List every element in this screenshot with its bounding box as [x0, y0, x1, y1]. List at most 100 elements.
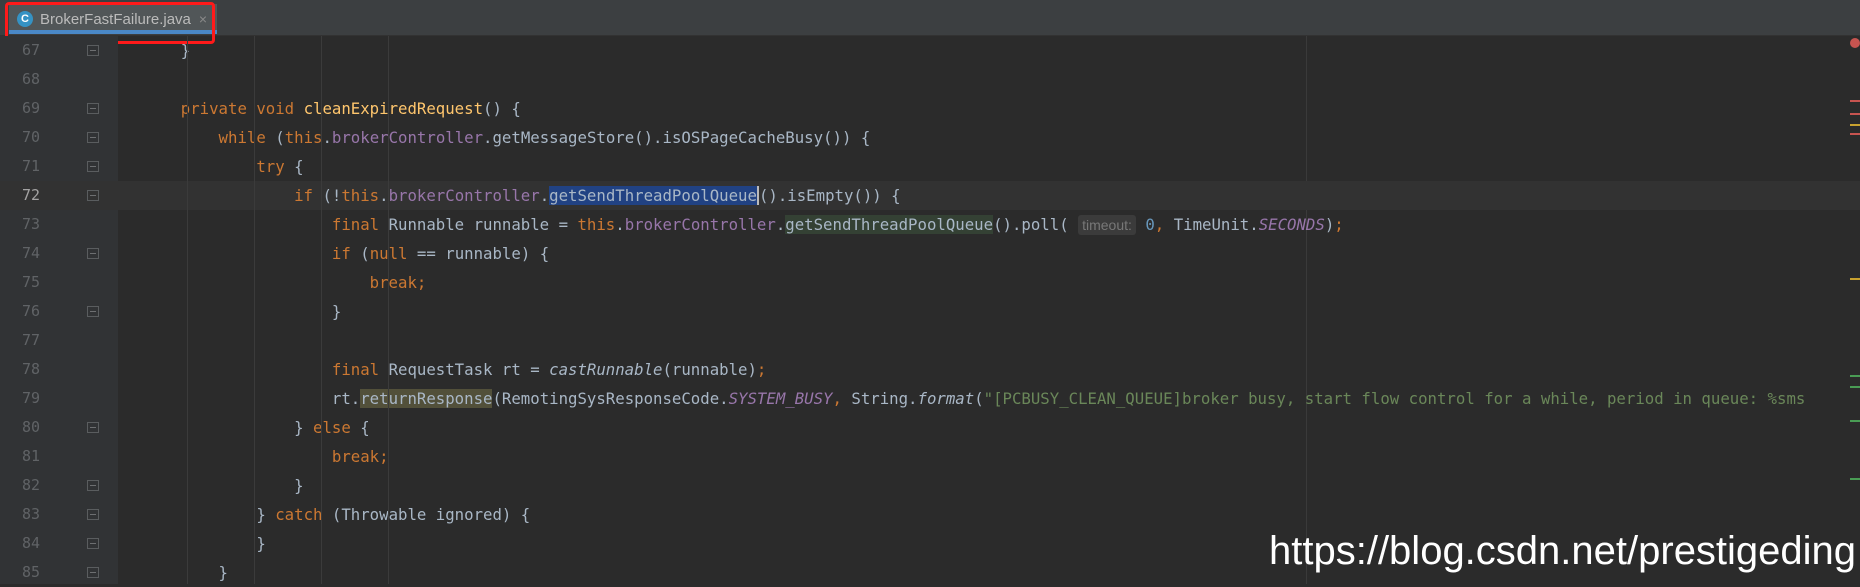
- code-token: ().poll(: [993, 215, 1079, 234]
- scrollbar-marker[interactable]: [1850, 278, 1860, 280]
- scrollbar-marker[interactable]: [1850, 375, 1860, 377]
- code-line-79[interactable]: 79 rt.returnResponse(RemotingSysResponse…: [0, 384, 1860, 413]
- line-number[interactable]: 78: [0, 355, 40, 384]
- code-token: (: [360, 244, 370, 263]
- code-token: brokerController: [624, 215, 776, 234]
- code-line-67[interactable]: 67 }: [0, 36, 1860, 65]
- fold-marker-icon[interactable]: [87, 161, 99, 172]
- code-token: (!: [322, 186, 342, 205]
- fold-marker-icon[interactable]: [87, 306, 99, 317]
- code-token: .getMessageStore().isOSPageCacheBusy()) …: [483, 128, 871, 147]
- scrollbar-marker[interactable]: [1850, 478, 1860, 480]
- code-token: break;: [143, 447, 389, 466]
- code-token: }: [143, 302, 342, 321]
- code-line-68[interactable]: 68: [0, 65, 1860, 94]
- code-token: {: [360, 418, 370, 437]
- code-line-83[interactable]: 83 } catch (Throwable ignored) {: [0, 500, 1860, 529]
- scrollbar-marker[interactable]: [1850, 386, 1860, 388]
- line-number[interactable]: 80: [0, 413, 40, 442]
- code-token: }: [143, 41, 191, 60]
- code-line-71[interactable]: 71 try {: [0, 152, 1860, 181]
- code-token: String.: [851, 389, 918, 408]
- code-line-81[interactable]: 81 break;: [0, 442, 1860, 471]
- code-token: {: [294, 157, 304, 176]
- fold-marker-icon[interactable]: [87, 190, 99, 201]
- line-number[interactable]: 77: [0, 326, 40, 355]
- code-token: (: [974, 389, 984, 408]
- tab-brokerfastfailure-java[interactable]: C BrokerFastFailure.java ×: [9, 4, 218, 34]
- fold-marker-icon[interactable]: [87, 132, 99, 143]
- code-token: }: [143, 534, 266, 553]
- code-line-75[interactable]: 75 break;: [0, 268, 1860, 297]
- line-number[interactable]: 67: [0, 36, 40, 65]
- code-token: }: [143, 418, 314, 437]
- line-number[interactable]: 83: [0, 500, 40, 529]
- line-number[interactable]: 74: [0, 239, 40, 268]
- indent-guide: [388, 36, 389, 584]
- line-number[interactable]: 75: [0, 268, 40, 297]
- code-token: ;: [1334, 215, 1344, 234]
- code-text: }: [143, 297, 341, 326]
- code-token: "[PCBUSY_CLEAN_QUEUE]broker busy, start …: [983, 389, 1806, 408]
- line-number[interactable]: 84: [0, 529, 40, 558]
- code-token: this: [284, 128, 323, 147]
- code-line-72[interactable]: 72 if (!this.brokerController.getSendThr…: [0, 181, 1860, 210]
- line-number[interactable]: 79: [0, 384, 40, 413]
- line-number[interactable]: 76: [0, 297, 40, 326]
- fold-marker-icon[interactable]: [87, 509, 99, 520]
- code-line-78[interactable]: 78 final RequestTask rt = castRunnable(r…: [0, 355, 1860, 384]
- code-token: ): [1324, 215, 1335, 234]
- fold-marker-icon[interactable]: [87, 538, 99, 549]
- indent-guide: [187, 36, 188, 584]
- indent-guide: [254, 36, 255, 584]
- line-number[interactable]: 69: [0, 94, 40, 123]
- line-number[interactable]: 68: [0, 65, 40, 94]
- code-token: .: [539, 186, 550, 205]
- line-number[interactable]: 70: [0, 123, 40, 152]
- line-number[interactable]: 82: [0, 471, 40, 500]
- line-number[interactable]: 73: [0, 210, 40, 239]
- scrollbar-marker[interactable]: [1850, 420, 1860, 422]
- code-token: if: [143, 186, 323, 205]
- code-token: this: [341, 186, 380, 205]
- code-text: try {: [143, 152, 304, 181]
- code-line-76[interactable]: 76 }: [0, 297, 1860, 326]
- error-stripe-icon[interactable]: [1850, 38, 1860, 48]
- scrollbar-marker[interactable]: [1850, 113, 1860, 115]
- fold-marker-icon[interactable]: [87, 567, 99, 578]
- code-text: break;: [143, 442, 389, 471]
- code-token: castRunnable: [549, 360, 663, 379]
- scrollbar-marker[interactable]: [1850, 133, 1860, 135]
- code-token: format: [917, 389, 975, 408]
- code-line-80[interactable]: 80 } else {: [0, 413, 1860, 442]
- code-token: this: [577, 215, 616, 234]
- scrollbar-marker[interactable]: [1850, 100, 1860, 102]
- code-token: SECONDS: [1258, 215, 1325, 234]
- code-line-70[interactable]: 70 while (this.brokerController.getMessa…: [0, 123, 1860, 152]
- fold-marker-icon[interactable]: [87, 422, 99, 433]
- fold-marker-icon[interactable]: [87, 480, 99, 491]
- line-number[interactable]: 72: [0, 181, 40, 210]
- line-number[interactable]: 85: [0, 558, 40, 587]
- fold-marker-icon[interactable]: [87, 103, 99, 114]
- code-token: .: [775, 215, 786, 234]
- code-token: private void: [143, 99, 304, 118]
- editor-tab-bar: C BrokerFastFailure.java ×: [0, 0, 1860, 44]
- code-line-73[interactable]: 73 final Runnable runnable = this.broker…: [0, 210, 1860, 239]
- line-number[interactable]: 81: [0, 442, 40, 471]
- code-token: (Throwable ignored) {: [331, 505, 531, 524]
- parameter-hint: timeout:: [1078, 215, 1136, 235]
- code-token: TimeUnit.: [1173, 215, 1259, 234]
- code-token: }: [143, 563, 229, 582]
- code-line-74[interactable]: 74 if (null == runnable) {: [0, 239, 1860, 268]
- code-line-69[interactable]: 69 private void cleanExpiredRequest() {: [0, 94, 1860, 123]
- fold-marker-icon[interactable]: [87, 45, 99, 56]
- code-line-77[interactable]: 77: [0, 326, 1860, 355]
- code-token: rt.: [143, 389, 361, 408]
- code-token: (RemotingSysResponseCode.: [492, 389, 729, 408]
- scrollbar-marker[interactable]: [1850, 124, 1860, 126]
- line-number[interactable]: 71: [0, 152, 40, 181]
- fold-marker-icon[interactable]: [87, 248, 99, 259]
- code-line-82[interactable]: 82 }: [0, 471, 1860, 500]
- close-icon[interactable]: ×: [199, 11, 207, 27]
